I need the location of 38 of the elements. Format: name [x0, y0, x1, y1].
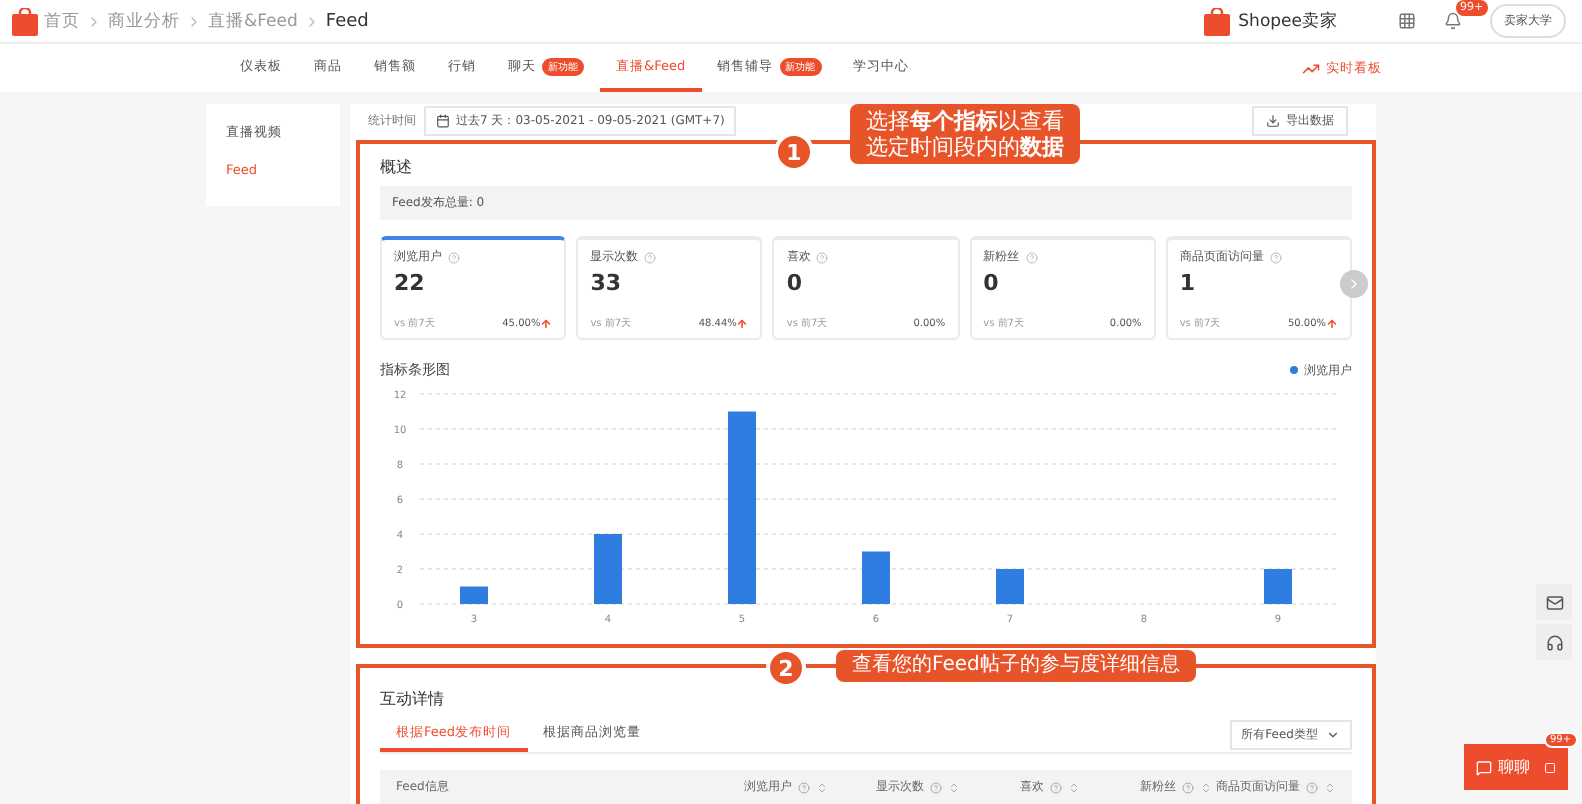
chevron-down-icon — [1326, 728, 1340, 742]
metric-value: 22 — [394, 270, 427, 296]
shopping-bag-icon — [12, 7, 38, 35]
help-icon — [798, 781, 810, 793]
help-icon — [448, 251, 460, 263]
section-title: 互动详情 — [380, 688, 446, 710]
callout-label: 查看您的Feed帖子的参与度详细信息 — [836, 650, 1196, 682]
apps-grid-icon[interactable] — [1398, 12, 1416, 30]
help-icon — [1182, 781, 1194, 793]
metric-value: 0 — [786, 270, 805, 296]
callout-label: 选择每个指标以查看 选定时间段内的数据 — [850, 104, 1080, 165]
help-icon — [1269, 251, 1282, 263]
step-number: 2 — [766, 648, 806, 688]
help-icon — [1050, 781, 1062, 793]
bell-icon[interactable] — [1444, 12, 1462, 30]
metric-value: 33 — [590, 270, 624, 296]
metric-value: 0 — [983, 270, 1001, 296]
mail-icon[interactable] — [1536, 584, 1572, 620]
calendar-icon — [436, 113, 450, 127]
bar[interactable] — [460, 586, 488, 604]
square-icon — [1544, 761, 1556, 773]
headset-icon[interactable] — [1536, 624, 1572, 660]
download-icon — [1266, 113, 1280, 127]
help-icon — [1306, 781, 1318, 793]
metric-value: 1 — [1179, 270, 1197, 296]
brand-name: Shopee卖家 — [1238, 9, 1338, 33]
shopping-bag-icon — [1204, 7, 1231, 35]
help-icon — [930, 781, 942, 793]
chevron-icon — [86, 13, 102, 29]
chat-bubble-icon — [1476, 759, 1492, 775]
chat-button[interactable]: 聊聊 — [1464, 744, 1568, 790]
help-icon — [1025, 251, 1038, 263]
chevron-icon — [186, 13, 202, 29]
trend-chart-icon — [1302, 59, 1320, 77]
help-icon — [816, 251, 829, 263]
section-title: 概述 — [380, 156, 414, 178]
help-icon — [644, 251, 657, 263]
step-number: 1 — [774, 132, 814, 172]
